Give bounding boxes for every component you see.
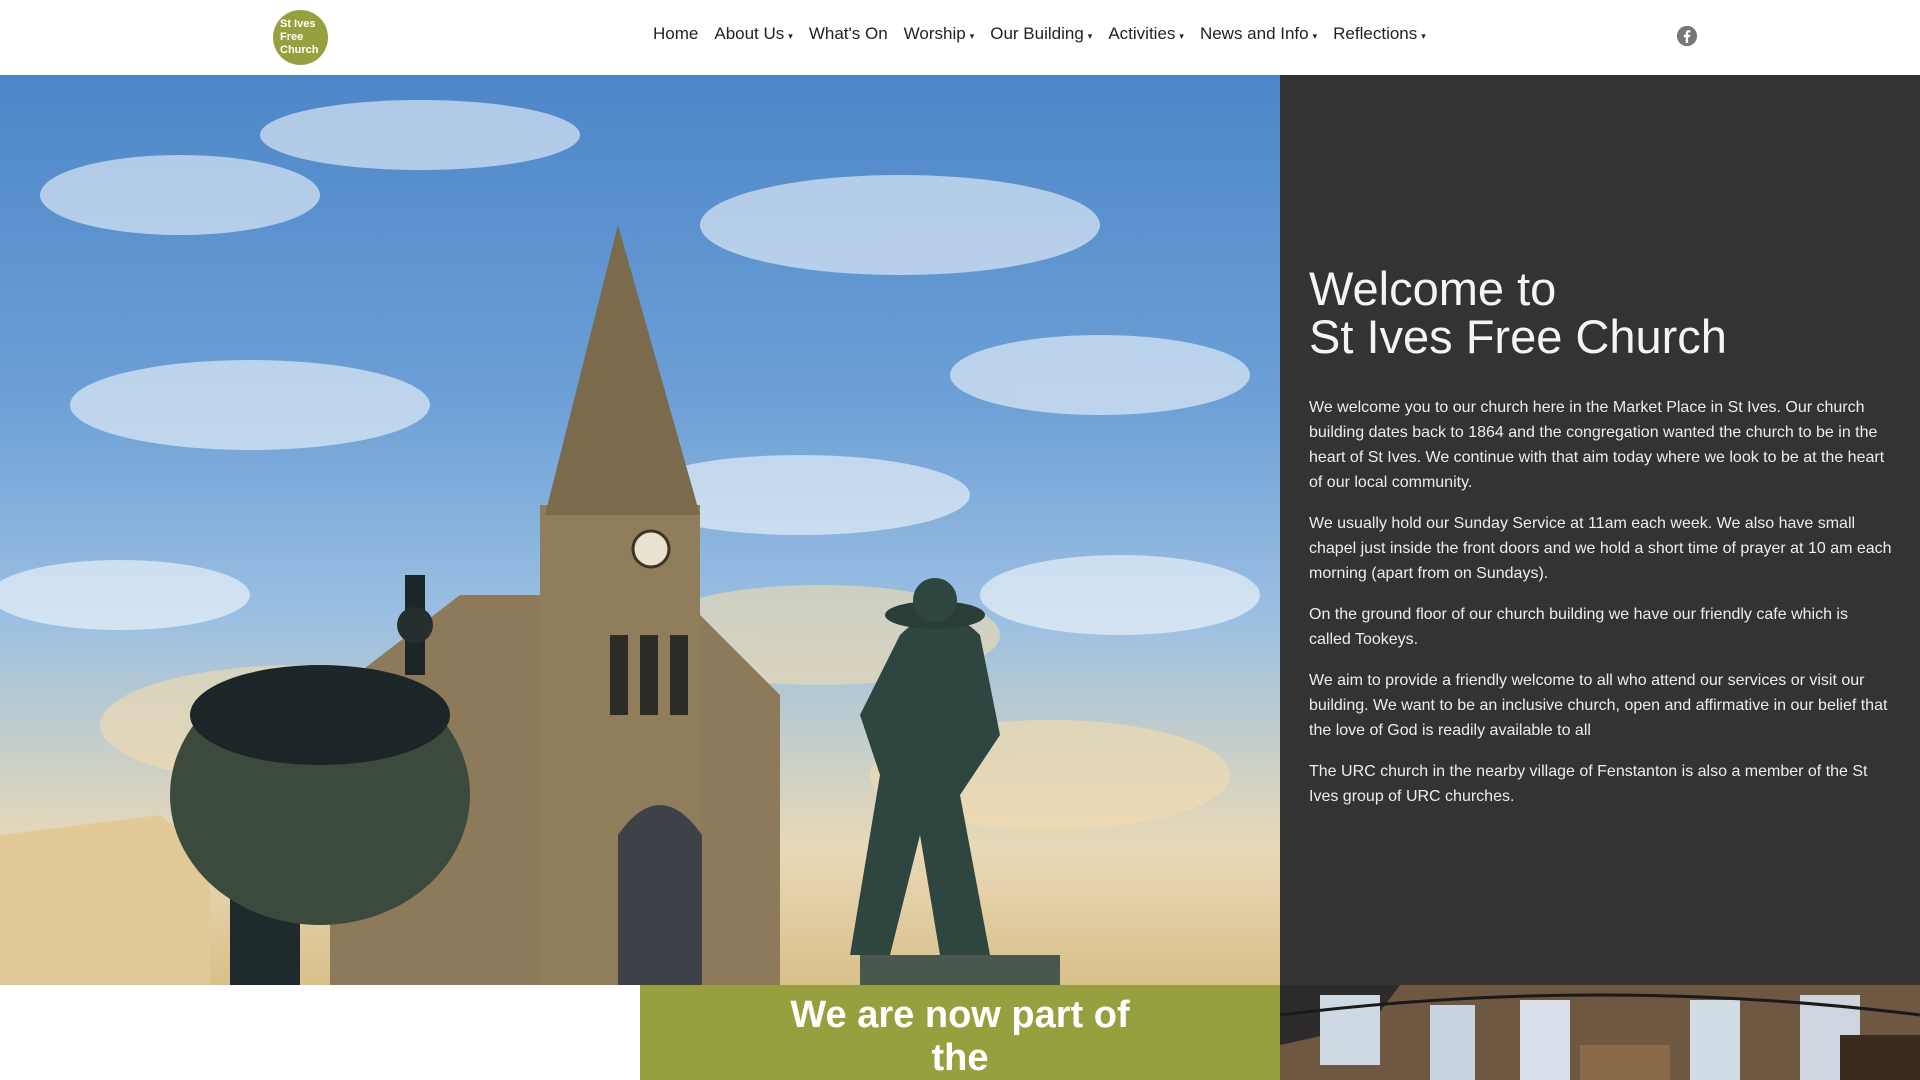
- church-interior-photo: [1280, 985, 1920, 1080]
- caret-down-icon: ▾: [969, 30, 975, 41]
- bottom-spacer: [0, 985, 640, 1080]
- nav-label: Worship: [903, 24, 966, 43]
- nav-item-news-and-info[interactable]: News and Info ▾: [1200, 24, 1317, 44]
- nav-label: News and Info: [1199, 24, 1309, 43]
- caret-down-icon: ▾: [788, 30, 793, 41]
- nav-item-about-us[interactable]: About Us ▾: [714, 24, 792, 44]
- nav-label: Our Building: [990, 24, 1084, 43]
- paragraph: We usually hold our Sunday Service at 11…: [1309, 515, 1892, 582]
- church-spire-illustration: [0, 100, 1260, 985]
- nav-label: About Us: [714, 24, 785, 43]
- banner-line-1: We are now part of: [790, 994, 1130, 1036]
- title-line-1: Welcome to: [1309, 262, 1557, 315]
- caret-down-icon: ▾: [1179, 30, 1184, 41]
- paragraph: On the ground floor of our church buildi…: [1309, 606, 1848, 648]
- paragraph: We aim to provide a friendly welcome to …: [1309, 672, 1888, 739]
- nav-label: Home: [653, 24, 699, 43]
- nav-label: Reflections: [1333, 24, 1418, 43]
- logo-line-3: Church: [280, 44, 319, 56]
- nav-item-home[interactable]: Home: [653, 24, 698, 44]
- main-nav: Home About Us ▾ What's On Worship ▾ Our …: [653, 24, 1426, 44]
- logo-line-2: Free: [280, 31, 304, 43]
- site-header: St Ives Free Church Home About Us ▾ What…: [0, 0, 1920, 75]
- facebook-icon[interactable]: [1676, 25, 1698, 47]
- group-banner: We are now part of the: [640, 985, 1280, 1080]
- caret-down-icon: ▾: [1312, 30, 1318, 41]
- church-logo[interactable]: St Ives Free Church: [273, 10, 328, 65]
- logo-line-1: St Ives: [280, 18, 316, 30]
- paragraph: We welcome you to our church here in the…: [1309, 399, 1885, 491]
- nav-item-our-building[interactable]: Our Building ▾: [990, 24, 1092, 44]
- nav-item-whats-on[interactable]: What's On: [809, 24, 888, 44]
- nav-item-reflections[interactable]: Reflections ▾: [1333, 24, 1426, 44]
- church-spire-photo: [0, 75, 1280, 985]
- nav-label: Activities: [1108, 24, 1176, 43]
- nav-item-worship[interactable]: Worship ▾: [904, 24, 975, 44]
- welcome-text: We welcome you to our church here in the…: [1309, 395, 1894, 825]
- welcome-panel: Welcome to St Ives Free Church We welcom…: [1280, 75, 1920, 985]
- nav-item-activities[interactable]: Activities ▾: [1108, 24, 1184, 44]
- title-line-2: St Ives Free Church: [1309, 310, 1727, 363]
- paragraph: The URC church in the nearby village of …: [1309, 763, 1868, 805]
- caret-down-icon: ▾: [1087, 30, 1093, 41]
- church-interior-illustration: [1280, 985, 1920, 1080]
- caret-down-icon: ▾: [1421, 30, 1426, 41]
- nav-label: What's On: [808, 24, 888, 43]
- page-title: Welcome to St Ives Free Church: [1309, 265, 1889, 361]
- banner-line-2: the: [931, 1037, 989, 1079]
